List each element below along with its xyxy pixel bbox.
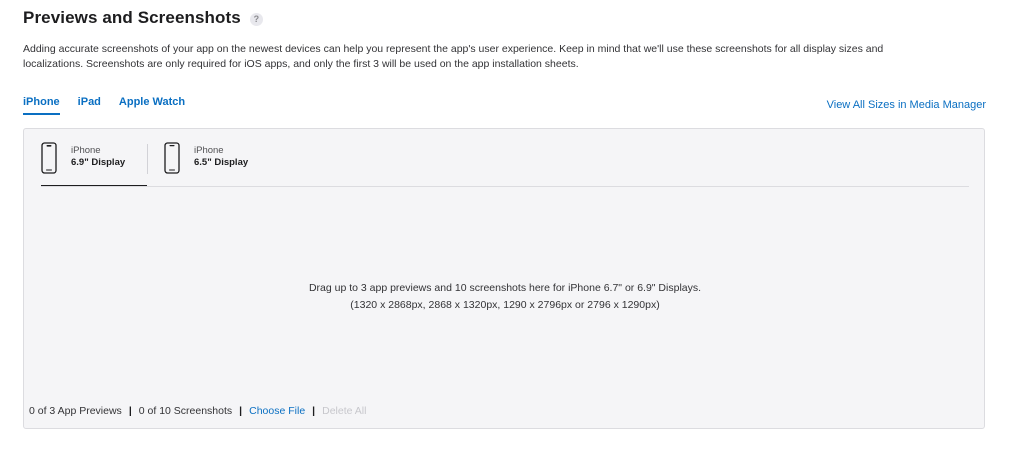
choose-file-link[interactable]: Choose File (249, 405, 305, 417)
section-description: Adding accurate screenshots of your app … (23, 42, 1003, 72)
tab-iphone[interactable]: iPhone (23, 96, 60, 115)
previews-screenshots-section: Previews and Screenshots ? Adding accura… (0, 0, 1024, 450)
upload-footer: 0 of 3 App Previews | 0 of 10 Screenshot… (29, 405, 366, 417)
drop-zone-line-2: (1320 x 2868px, 2868 x 1320px, 1290 x 27… (350, 299, 660, 311)
screenshots-count: 0 of 10 Screenshots (138, 405, 233, 417)
view-all-sizes-link[interactable]: View All Sizes in Media Manager (827, 99, 986, 111)
separator: | (312, 405, 316, 417)
tab-iphone-6-5-display[interactable]: iPhone 6.5" Display (148, 142, 248, 187)
tab-ipad[interactable]: iPad (78, 96, 101, 115)
description-line-2: localizations. Screenshots are only requ… (23, 58, 579, 70)
question-circle-icon[interactable]: ? (249, 12, 263, 26)
page-title: Previews and Screenshots (23, 8, 241, 27)
size-tab-device-label: iPhone (71, 145, 101, 156)
size-tab-device-label: iPhone (194, 145, 224, 156)
drop-zone-instructions: Drag up to 3 app previews and 10 screens… (24, 280, 986, 314)
drop-zone-line-1: Drag up to 3 app previews and 10 screens… (308, 282, 702, 294)
tab-apple-watch[interactable]: Apple Watch (119, 96, 185, 115)
screenshot-drop-panel[interactable]: iPhone 6.9" Display iPhone 6.5" Display … (23, 128, 985, 429)
tab-iphone-6-9-display[interactable]: iPhone 6.9" Display (41, 142, 147, 187)
size-tab-size-label: 6.5" Display (194, 157, 249, 168)
separator: | (239, 405, 243, 417)
section-header: Previews and Screenshots ? (23, 8, 263, 28)
delete-all-link: Delete All (322, 405, 367, 417)
device-tabs: iPhone iPad Apple Watch (23, 96, 203, 115)
app-previews-count: 0 of 3 App Previews (29, 405, 122, 417)
display-size-tabs: iPhone 6.9" Display iPhone 6.5" Display (41, 142, 248, 187)
separator: | (128, 405, 132, 417)
tabs-divider (41, 186, 969, 187)
description-line-1: Adding accurate screenshots of your app … (23, 43, 884, 55)
iphone-icon (164, 142, 180, 174)
iphone-icon (41, 142, 57, 174)
size-tab-size-label: 6.9" Display (71, 157, 126, 168)
